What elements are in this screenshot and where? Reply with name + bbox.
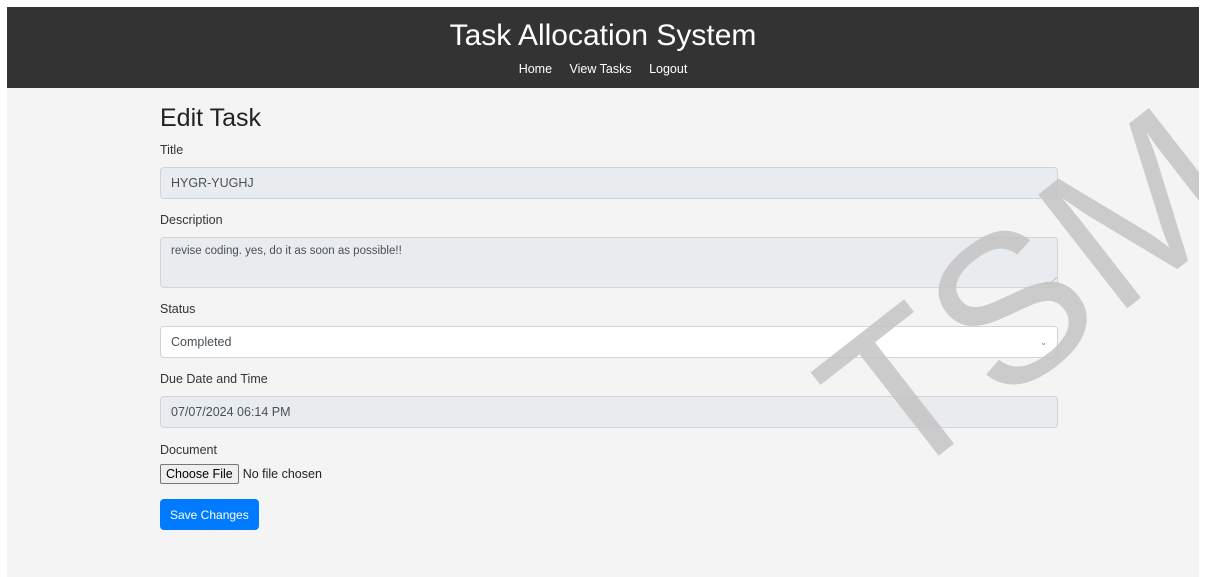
edit-task-form: Edit Task Title HYGR-YUGHJ Description r… (160, 103, 1058, 530)
description-label: Description (160, 213, 223, 227)
due-date-label: Due Date and Time (160, 372, 268, 386)
nav-home-link[interactable]: Home (519, 62, 552, 76)
save-changes-button[interactable]: Save Changes (160, 499, 259, 530)
title-input-value: HYGR-YUGHJ (171, 176, 254, 190)
resize-grip-icon[interactable] (1043, 277, 1058, 284)
status-select[interactable]: Completed ⌄ (160, 326, 1058, 358)
no-file-chosen-text: No file chosen (242, 467, 322, 481)
status-label: Status (160, 302, 196, 316)
site-title: Task Allocation System (449, 19, 757, 52)
site-header: Task Allocation System Home View Tasks L… (7, 7, 1199, 88)
description-textarea[interactable]: revise coding. yes, do it as soon as pos… (160, 237, 1058, 288)
nav-logout-link[interactable]: Logout (649, 62, 687, 76)
page-title: Edit Task (160, 104, 261, 132)
document-label: Document (160, 443, 217, 457)
description-textarea-value: revise coding. yes, do it as soon as pos… (171, 245, 402, 257)
due-date-input[interactable]: 07/07/2024 06:14 PM (160, 396, 1058, 428)
document-file-input: Choose File No file chosen (160, 464, 1058, 484)
chevron-down-icon: ⌄ (1040, 337, 1047, 347)
due-date-input-value: 07/07/2024 06:14 PM (171, 405, 291, 419)
main-nav: Home View Tasks Logout (7, 62, 1199, 76)
page-frame: Task Allocation System Home View Tasks L… (7, 7, 1199, 577)
choose-file-button[interactable]: Choose File (160, 464, 239, 484)
nav-view-tasks-link[interactable]: View Tasks (570, 62, 632, 76)
title-input[interactable]: HYGR-YUGHJ (160, 167, 1058, 199)
status-select-value: Completed (171, 335, 232, 349)
title-label: Title (160, 143, 184, 157)
